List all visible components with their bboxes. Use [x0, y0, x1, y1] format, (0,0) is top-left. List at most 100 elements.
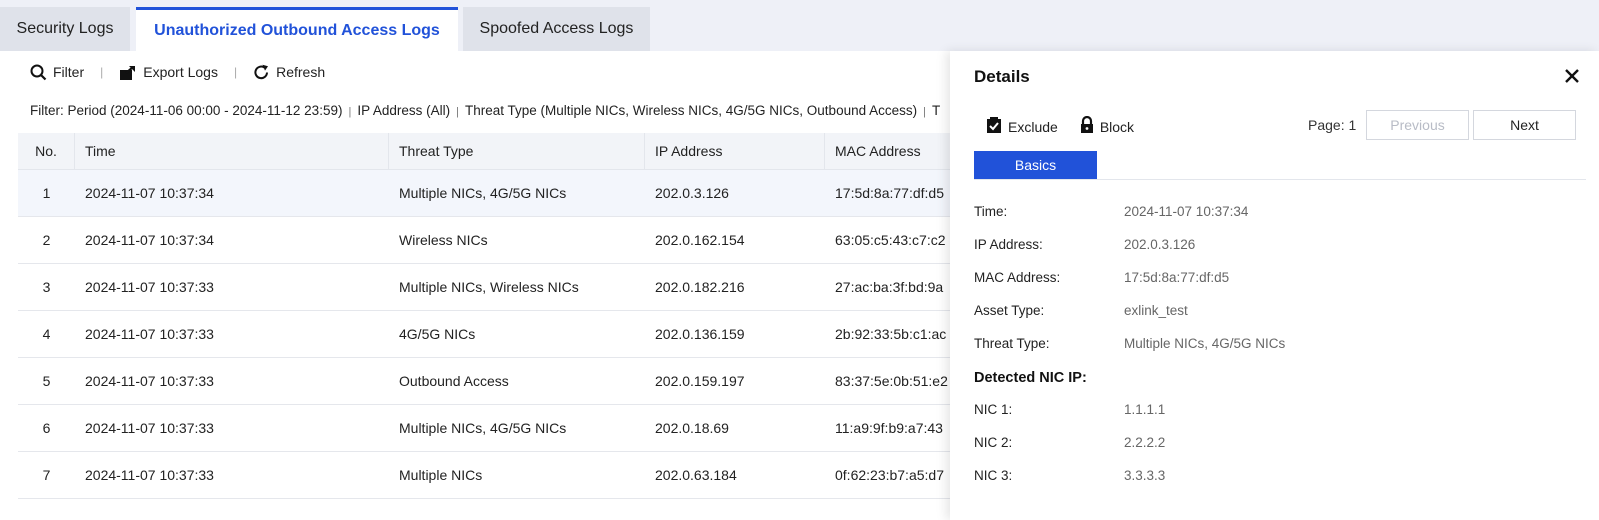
log-tabs: Security Logs Unauthorized Outbound Acce… — [0, 0, 1599, 51]
export-logs-button[interactable]: Export Logs — [119, 64, 218, 81]
details-actions: Exclude Block — [986, 115, 1135, 137]
tab-spoofed-access-logs[interactable]: Spoofed Access Logs — [463, 7, 650, 51]
exclude-icon — [986, 116, 1002, 137]
field-label: MAC Address: — [974, 270, 1061, 285]
cell-threat-type: Wireless NICs — [399, 232, 488, 248]
detail-field-ip-address: IP Address: 202.0.3.126 — [974, 237, 1195, 252]
cell-threat-type: Outbound Access — [399, 373, 509, 389]
field-label: NIC 3: — [974, 468, 1013, 483]
divider: | — [456, 106, 459, 118]
tab-basics[interactable]: Basics — [974, 151, 1097, 179]
cell-ip-address: 202.0.63.184 — [655, 467, 737, 483]
cell-no: 2 — [42, 232, 51, 248]
table-row[interactable]: 7 2024-11-07 10:37:33 Multiple NICs 202.… — [18, 452, 978, 499]
table-header: No. Time Threat Type IP Address MAC Addr… — [18, 133, 978, 170]
field-label: IP Address: — [974, 237, 1043, 252]
column-header-no[interactable]: No. — [18, 133, 75, 169]
cell-threat-type: 4G/5G NICs — [399, 326, 476, 342]
refresh-button[interactable]: Refresh — [253, 64, 325, 81]
detail-field-asset-type: Asset Type: exlink_test — [974, 303, 1188, 318]
filter-threat-type: Threat Type (Multiple NICs, Wireless NIC… — [464, 103, 918, 118]
cell-ip-address: 202.0.162.154 — [655, 232, 745, 248]
field-value: Multiple NICs, 4G/5G NICs — [1124, 336, 1286, 351]
column-header-ip-address[interactable]: IP Address — [645, 133, 825, 169]
table-row[interactable]: 2 2024-11-07 10:37:34 Wireless NICs 202.… — [18, 217, 978, 264]
cell-no: 6 — [42, 420, 51, 436]
filter-summary: Filter: Period (2024-11-06 00:00 - 2024-… — [30, 103, 950, 118]
cell-time: 2024-11-07 10:37:33 — [85, 467, 214, 483]
toolbar: Filter | Export Logs | Refresh — [30, 61, 325, 83]
filter-button[interactable]: Filter — [30, 64, 84, 81]
previous-button[interactable]: Previous — [1366, 110, 1469, 140]
cell-time: 2024-11-07 10:37:33 — [85, 279, 214, 295]
table-row[interactable]: 4 2024-11-07 10:37:33 4G/5G NICs 202.0.1… — [18, 311, 978, 358]
next-button[interactable]: Next — [1473, 110, 1576, 140]
filter-ip-address: IP Address (All) — [357, 103, 451, 118]
cell-time: 2024-11-07 10:37:33 — [85, 420, 214, 436]
detail-field-time: Time: 2024-11-07 10:37:34 — [974, 204, 1248, 219]
cell-no: 5 — [42, 373, 51, 389]
field-label: Asset Type: — [974, 303, 1045, 318]
cell-threat-type: Multiple NICs, Wireless NICs — [399, 279, 579, 295]
field-value: 202.0.3.126 — [1124, 237, 1196, 252]
cell-ip-address: 202.0.3.126 — [655, 185, 729, 201]
exclude-label: Exclude — [1008, 118, 1058, 135]
divider: | — [100, 65, 104, 79]
table-row[interactable]: 3 2024-11-07 10:37:33 Multiple NICs, Wir… — [18, 264, 978, 311]
detail-field-threat-type: Threat Type: Multiple NICs, 4G/5G NICs — [974, 336, 1285, 351]
field-value: 17:5d:8a:77:df:d5 — [1124, 270, 1230, 285]
export-icon — [119, 64, 137, 81]
cell-threat-type: Multiple NICs, 4G/5G NICs — [399, 185, 567, 201]
search-icon — [30, 64, 47, 81]
cell-time: 2024-11-07 10:37:34 — [85, 232, 214, 248]
field-label: NIC 2: — [974, 435, 1013, 450]
details-panel: Details Exclude Block Page: 1 Previous N… — [950, 51, 1599, 520]
divider: | — [923, 106, 926, 118]
export-logs-label: Export Logs — [143, 64, 218, 80]
detail-field-mac-address: MAC Address: 17:5d:8a:77:df:d5 — [974, 270, 1229, 285]
cell-threat-type: Multiple NICs — [399, 467, 483, 483]
cell-threat-type: Multiple NICs, 4G/5G NICs — [399, 420, 567, 436]
filter-prefix: Filter: — [30, 103, 68, 118]
cell-time: 2024-11-07 10:37:33 — [85, 373, 214, 389]
detail-field-nic-2: NIC 2: 2.2.2.2 — [974, 435, 1165, 450]
tab-divider — [974, 179, 1586, 180]
column-header-threat-type[interactable]: Threat Type — [389, 133, 645, 169]
field-label: Time: — [974, 204, 1008, 219]
cell-ip-address: 202.0.18.69 — [655, 420, 729, 436]
cell-no: 1 — [42, 185, 51, 201]
divider: | — [233, 65, 238, 79]
detail-field-nic-1: NIC 1: 1.1.1.1 — [974, 402, 1165, 417]
divider: | — [348, 106, 352, 118]
table-row[interactable]: 5 2024-11-07 10:37:33 Outbound Access 20… — [18, 358, 978, 405]
refresh-label: Refresh — [276, 64, 326, 80]
page-indicator: Page: 1 — [1308, 117, 1357, 133]
exclude-button[interactable]: Exclude — [986, 116, 1058, 137]
cell-no: 4 — [42, 326, 51, 342]
column-header-time[interactable]: Time — [75, 133, 389, 169]
filter-period: Period (2024-11-06 00:00 - 2024-11-12 23… — [67, 103, 343, 118]
detected-nic-ip-heading: Detected NIC IP: — [974, 370, 1087, 386]
filter-label: Filter — [53, 64, 85, 80]
tab-security-logs[interactable]: Security Logs — [0, 7, 130, 51]
logs-table: No. Time Threat Type IP Address MAC Addr… — [18, 133, 978, 499]
table-row[interactable]: 6 2024-11-07 10:37:33 Multiple NICs, 4G/… — [18, 405, 978, 452]
field-value: 2.2.2.2 — [1124, 435, 1166, 450]
cell-time: 2024-11-07 10:37:34 — [85, 185, 214, 201]
cell-ip-address: 202.0.182.216 — [655, 279, 745, 295]
field-label: NIC 1: — [974, 402, 1013, 417]
block-button[interactable]: Block — [1080, 115, 1135, 137]
field-label: Threat Type: — [974, 336, 1050, 351]
field-value: exlink_test — [1124, 303, 1188, 318]
field-value: 1.1.1.1 — [1124, 402, 1166, 417]
cell-ip-address: 202.0.136.159 — [655, 326, 745, 342]
cell-no: 7 — [42, 467, 51, 483]
lock-icon — [1080, 115, 1094, 137]
filter-truncated: T — [931, 103, 941, 118]
close-icon[interactable] — [1563, 67, 1581, 85]
block-label: Block — [1099, 118, 1135, 135]
table-row[interactable]: 1 2024-11-07 10:37:34 Multiple NICs, 4G/… — [18, 170, 978, 217]
field-value: 2024-11-07 10:37:34 — [1124, 204, 1249, 219]
detail-field-nic-3: NIC 3: 3.3.3.3 — [974, 468, 1165, 483]
tab-unauthorized-outbound-access-logs[interactable]: Unauthorized Outbound Access Logs — [136, 7, 458, 51]
